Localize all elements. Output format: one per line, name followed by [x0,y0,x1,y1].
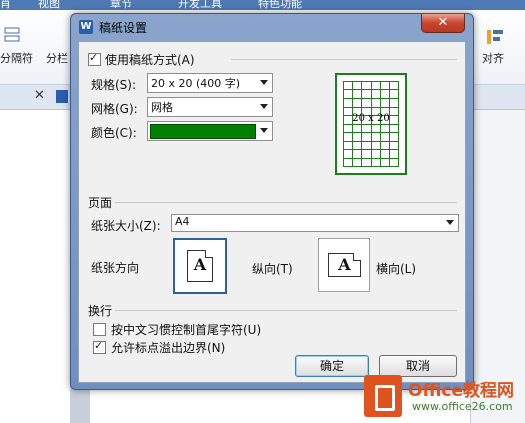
paper-size-label: 纸张大小(Z): [91,219,161,233]
divider [115,310,457,311]
paper-size-value: A4 [175,215,190,228]
color-label: 颜色(C): [91,126,137,140]
paper-size-select[interactable]: A4 [171,214,459,232]
spec-select[interactable]: 20 x 20 (400 字) [147,73,273,93]
menu-item-chapter[interactable]: 章节 [110,0,132,10]
color-select[interactable] [147,121,273,141]
menu-item-features[interactable]: 特色功能 [258,0,302,10]
menu-item-view[interactable]: 视图 [38,0,60,10]
landscape-option[interactable]: A [318,238,370,292]
menu-item-devtools[interactable]: 开发工具 [178,0,222,10]
dialog-titlebar[interactable]: W 稿纸设置 ✕ [71,14,473,40]
spec-label: 规格(S): [91,78,137,92]
allow-punct-checkbox[interactable] [93,339,106,354]
use-grid-checkbox[interactable] [88,51,101,66]
dialog-body: 使用稿纸方式(A) 规格(S): 20 x 20 (400 字) 网格(G): … [78,41,466,383]
close-icon[interactable]: ✕ [34,88,45,103]
cjk-control-label[interactable]: 按中文习惯控制首尾字符(U) [111,321,261,338]
align-icon[interactable] [486,28,504,46]
portrait-page-icon: A [187,250,213,282]
columns-button[interactable]: 分栏 [46,50,68,66]
menu-item-0[interactable]: 肖 [0,0,11,10]
separator-button[interactable]: 分隔符 [0,50,33,66]
cjk-control-checkbox[interactable] [93,323,106,336]
watermark-url: www.office26.com [412,400,513,413]
grid-label: 网格(G): [91,102,138,116]
close-button[interactable]: ✕ [421,14,465,33]
orientation-label: 纸张方向 [91,261,140,275]
watermark-brand: Office教程网 [408,381,515,401]
grid-value: 网格 [151,101,173,114]
allow-punct-label[interactable]: 允许标点溢出边界(N) [111,339,225,356]
page-section-title: 页面 [88,196,113,210]
dialog-title: 稿纸设置 [99,21,148,35]
landscape-page-icon: A [328,253,361,277]
separator-icon[interactable] [4,26,22,44]
watermark: Office教程网 www.office26.com [360,372,525,423]
portrait-label[interactable]: 纵向(T) [252,260,293,277]
use-grid-label[interactable]: 使用稿纸方式(A) [105,51,195,68]
color-swatch [150,124,256,139]
manuscript-settings-dialog: W 稿纸设置 ✕ 使用稿纸方式(A) 规格(S): 20 x 20 (400 字… [70,13,474,390]
spec-value: 20 x 20 (400 字) [151,77,241,90]
chevron-down-icon [260,80,268,85]
ok-button[interactable]: 确定 [295,355,369,377]
document-icon[interactable] [56,90,68,103]
grid-preview-caption: 20 x 20 [352,113,390,124]
align-button[interactable]: 对齐 [482,50,504,66]
office-logo-icon [364,375,402,417]
document-left-pane [0,110,70,423]
wps-app-icon: W [79,20,93,34]
landscape-label[interactable]: 横向(L) [376,260,416,277]
grid-select[interactable]: 网格 [147,97,273,117]
grid-preview: 20 x 20 [335,73,407,175]
chevron-down-icon [260,104,268,109]
chevron-down-icon [446,220,454,225]
divider [115,202,457,203]
divider [231,59,457,60]
menu-bar: 肖 视图 章节 开发工具 特色功能 [0,0,525,10]
grid-preview-cells [343,81,399,167]
wrap-section-title: 换行 [88,304,113,318]
chevron-down-icon [260,128,268,133]
portrait-option[interactable]: A [173,238,227,294]
